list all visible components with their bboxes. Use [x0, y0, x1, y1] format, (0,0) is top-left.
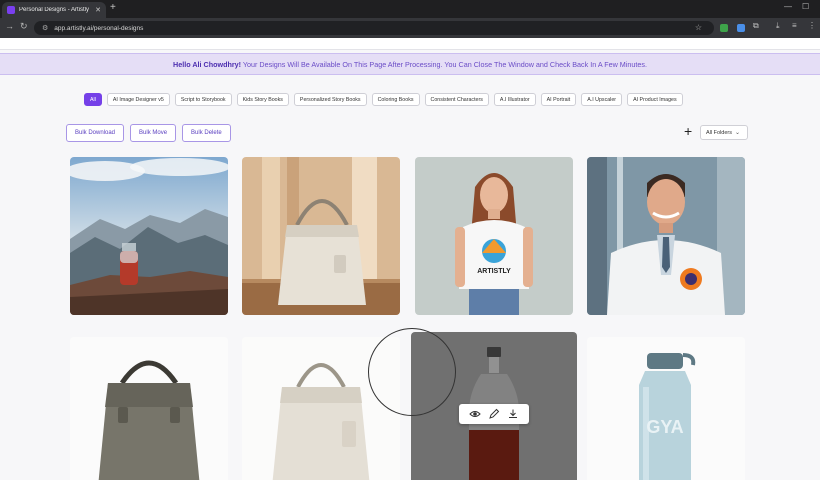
extension-blue-icon[interactable] [737, 24, 745, 32]
extensions-puzzle-icon[interactable]: ⧉ [753, 22, 759, 30]
design-card-cream-handbag[interactable] [242, 337, 400, 480]
design-image [587, 157, 745, 315]
design-card-mountain-bottle[interactable] [70, 157, 228, 315]
address-bar[interactable]: ⚙ app.artistly.ai/personal-designs ☆ [34, 21, 714, 35]
minimize-icon[interactable]: — [784, 3, 792, 11]
back-icon[interactable]: → [5, 22, 14, 31]
design-card-woman-tshirt[interactable]: ARTISTLY [415, 157, 573, 315]
filter-chip-script-to-storybook[interactable]: Script to Storybook [174, 93, 232, 106]
folder-select-value: All Folders [706, 129, 732, 136]
bulk-actions: Bulk Download Bulk Move Bulk Delete [66, 124, 231, 142]
edit-pencil-icon[interactable] [488, 408, 500, 420]
chevron-down-icon: ⌄ [734, 130, 741, 136]
filter-chip-coloring-books[interactable]: Coloring Books [371, 93, 420, 106]
browser-tab[interactable]: Personal Designs - Artistly ✕ [2, 2, 106, 18]
new-tab-icon[interactable]: + [110, 3, 116, 13]
processing-banner: Hello Ali Chowdhry! Your Designs Will Be… [0, 53, 820, 75]
browser-tabstrip: Personal Designs - Artistly ✕ + — ☐ [0, 0, 820, 18]
filter-chip-kids-story-books[interactable]: Kids Story Books [236, 93, 289, 106]
reading-list-icon[interactable]: ≡ [792, 22, 797, 30]
filter-chip-illustrator[interactable]: A.I Illustrator [493, 93, 536, 106]
design-image [70, 157, 228, 315]
design-image: GYA [587, 337, 745, 480]
filter-chip-personalized-story-books[interactable]: Personalized Story Books [293, 93, 367, 106]
url-text: app.artistly.ai/personal-designs [54, 24, 144, 32]
design-image [242, 337, 400, 480]
tab-title: Personal Designs - Artistly [19, 7, 90, 13]
design-card-grey-handbag[interactable] [70, 337, 228, 480]
design-card-water-bottle[interactable]: GYA [587, 337, 745, 480]
filter-chips: All AI Image Designer v5 Script to Story… [84, 93, 683, 106]
filter-chip-upscaler[interactable]: A.I Upscaler [581, 93, 623, 106]
site-info-icon[interactable]: ⚙ [42, 25, 48, 32]
filter-chip-portrait[interactable]: AI Portrait [540, 93, 577, 106]
folder-select[interactable]: All Folders ⌄ [700, 125, 748, 140]
banner-message: Your Designs Will Be Available On This P… [241, 59, 647, 69]
filter-chip-product-images[interactable]: AI Product Images [627, 93, 683, 106]
design-image: ARTISTLY [415, 157, 573, 315]
download-icon[interactable] [507, 408, 519, 420]
page-content: Hello Ali Chowdhry! Your Designs Will Be… [0, 38, 820, 480]
menu-kebab-icon[interactable]: ⋮ [808, 22, 816, 30]
bulk-move-button[interactable]: Bulk Move [130, 124, 177, 142]
artistly-favicon-icon [7, 6, 15, 14]
bulk-delete-button[interactable]: Bulk Delete [182, 124, 231, 142]
filter-chip-image-designer[interactable]: AI Image Designer v5 [106, 93, 170, 106]
bulk-download-button[interactable]: Bulk Download [66, 124, 125, 142]
download-icon[interactable]: ⤓ [776, 22, 780, 30]
card-hover-actions [459, 404, 529, 424]
close-tab-icon[interactable]: ✕ [95, 7, 101, 14]
bookmark-star-icon[interactable]: ☆ [695, 23, 702, 32]
banner-greeting: Hello Ali Chowdhry! [173, 59, 242, 69]
bottle-logo-text: GYA [646, 417, 683, 437]
app-header [0, 38, 820, 50]
eye-icon[interactable] [468, 408, 481, 420]
maximize-icon[interactable]: ☐ [802, 3, 809, 11]
add-folder-icon[interactable]: + [684, 124, 692, 138]
filter-chip-consistent-characters[interactable]: Consistent Characters [424, 93, 489, 106]
extension-green-icon[interactable] [720, 24, 728, 32]
browser-toolbar: → ↻ ⚙ app.artistly.ai/personal-designs ☆… [0, 18, 820, 38]
design-image [70, 337, 228, 480]
design-card-handbag-room[interactable] [242, 157, 400, 315]
tshirt-logo-text: ARTISTLY [477, 268, 511, 275]
reload-icon[interactable]: ↻ [20, 22, 28, 31]
design-image [242, 157, 400, 315]
filter-chip-all[interactable]: All [84, 93, 102, 106]
design-card-man-labcoat[interactable] [587, 157, 745, 315]
